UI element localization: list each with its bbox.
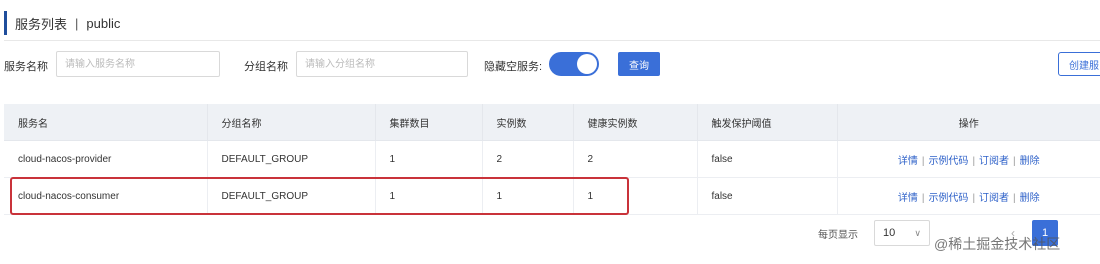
cell-protect-threshold: false xyxy=(697,177,838,215)
cell-service-name: cloud-nacos-provider xyxy=(4,140,208,178)
op-separator: | xyxy=(972,192,976,204)
hide-empty-services-toggle[interactable] xyxy=(549,52,599,76)
column-header-service-name: 服务名 xyxy=(4,104,208,141)
cell-group-name: DEFAULT_GROUP xyxy=(207,177,376,215)
column-header-cluster-count: 集群数目 xyxy=(375,104,483,141)
subscribers-link[interactable]: 订阅者 xyxy=(979,193,1009,204)
group-name-field[interactable] xyxy=(296,51,468,77)
page-title: 服务列表 xyxy=(15,16,68,32)
group-name-input[interactable] xyxy=(297,52,467,76)
cell-instance-count: 2 xyxy=(482,140,574,178)
cell-healthy-count: 2 xyxy=(573,140,698,178)
cell-service-name: cloud-nacos-consumer xyxy=(4,177,208,215)
column-header-protect-threshold: 触发保护阈值 xyxy=(697,104,838,141)
page-header: 服务列表 | public xyxy=(4,10,120,36)
sample-code-link[interactable]: 示例代码 xyxy=(928,193,968,204)
cell-cluster-count: 1 xyxy=(375,140,483,178)
query-button[interactable]: 查询 xyxy=(618,52,660,76)
toggle-knob xyxy=(577,54,597,74)
service-name-field[interactable] xyxy=(56,51,220,77)
page-size-select[interactable]: 10 ∨ xyxy=(874,220,930,246)
subscribers-link[interactable]: 订阅者 xyxy=(979,156,1009,167)
detail-link[interactable]: 详情 xyxy=(898,156,918,167)
cell-operations: 详情 | 示例代码 | 订阅者 | 删除 xyxy=(837,177,1100,215)
chevron-down-icon: ∨ xyxy=(914,227,921,238)
service-name-label: 服务名称 xyxy=(4,61,48,73)
column-header-healthy-count: 健康实例数 xyxy=(573,104,698,141)
cell-operations: 详情 | 示例代码 | 订阅者 | 删除 xyxy=(837,140,1100,178)
service-table: 服务名 分组名称 集群数目 实例数 健康实例数 触发保护阈值 操作 cloud-… xyxy=(4,104,1100,215)
op-separator: | xyxy=(921,192,925,204)
column-header-group-name: 分组名称 xyxy=(207,104,376,141)
title-separator: | xyxy=(75,15,79,31)
cell-protect-threshold: false xyxy=(697,140,838,178)
cell-healthy-count: 1 xyxy=(573,177,698,215)
sample-code-link[interactable]: 示例代码 xyxy=(928,156,968,167)
delete-link[interactable]: 删除 xyxy=(1020,156,1040,167)
cell-group-name: DEFAULT_GROUP xyxy=(207,140,376,178)
cell-instance-count: 1 xyxy=(482,177,574,215)
column-header-operations: 操作 xyxy=(837,104,1100,141)
namespace-label: public xyxy=(86,15,121,31)
create-service-button[interactable]: 创建服 xyxy=(1058,52,1100,76)
table-row: cloud-nacos-provider DEFAULT_GROUP 1 2 2… xyxy=(4,140,1100,178)
page-size-value: 10 xyxy=(883,227,896,239)
page-size-label: 每页显示 xyxy=(818,230,858,241)
service-name-input[interactable] xyxy=(57,52,219,76)
column-header-instance-count: 实例数 xyxy=(482,104,574,141)
op-separator: | xyxy=(921,155,925,167)
group-name-label: 分组名称 xyxy=(244,61,288,73)
op-separator: | xyxy=(1013,192,1016,204)
header-divider xyxy=(4,40,1100,41)
detail-link[interactable]: 详情 xyxy=(898,193,918,204)
hide-empty-services-label: 隐藏空服务: xyxy=(484,61,543,73)
op-separator: | xyxy=(972,155,976,167)
watermark-text: @稀土掘金技术社区 xyxy=(934,236,1061,252)
delete-link[interactable]: 删除 xyxy=(1020,193,1040,204)
table-row: cloud-nacos-consumer DEFAULT_GROUP 1 1 1… xyxy=(4,177,1100,215)
header-accent-bar xyxy=(4,11,7,35)
cell-cluster-count: 1 xyxy=(375,177,483,215)
op-separator: | xyxy=(1013,155,1016,167)
table-header-row: 服务名 分组名称 集群数目 实例数 健康实例数 触发保护阈值 操作 xyxy=(4,104,1100,141)
